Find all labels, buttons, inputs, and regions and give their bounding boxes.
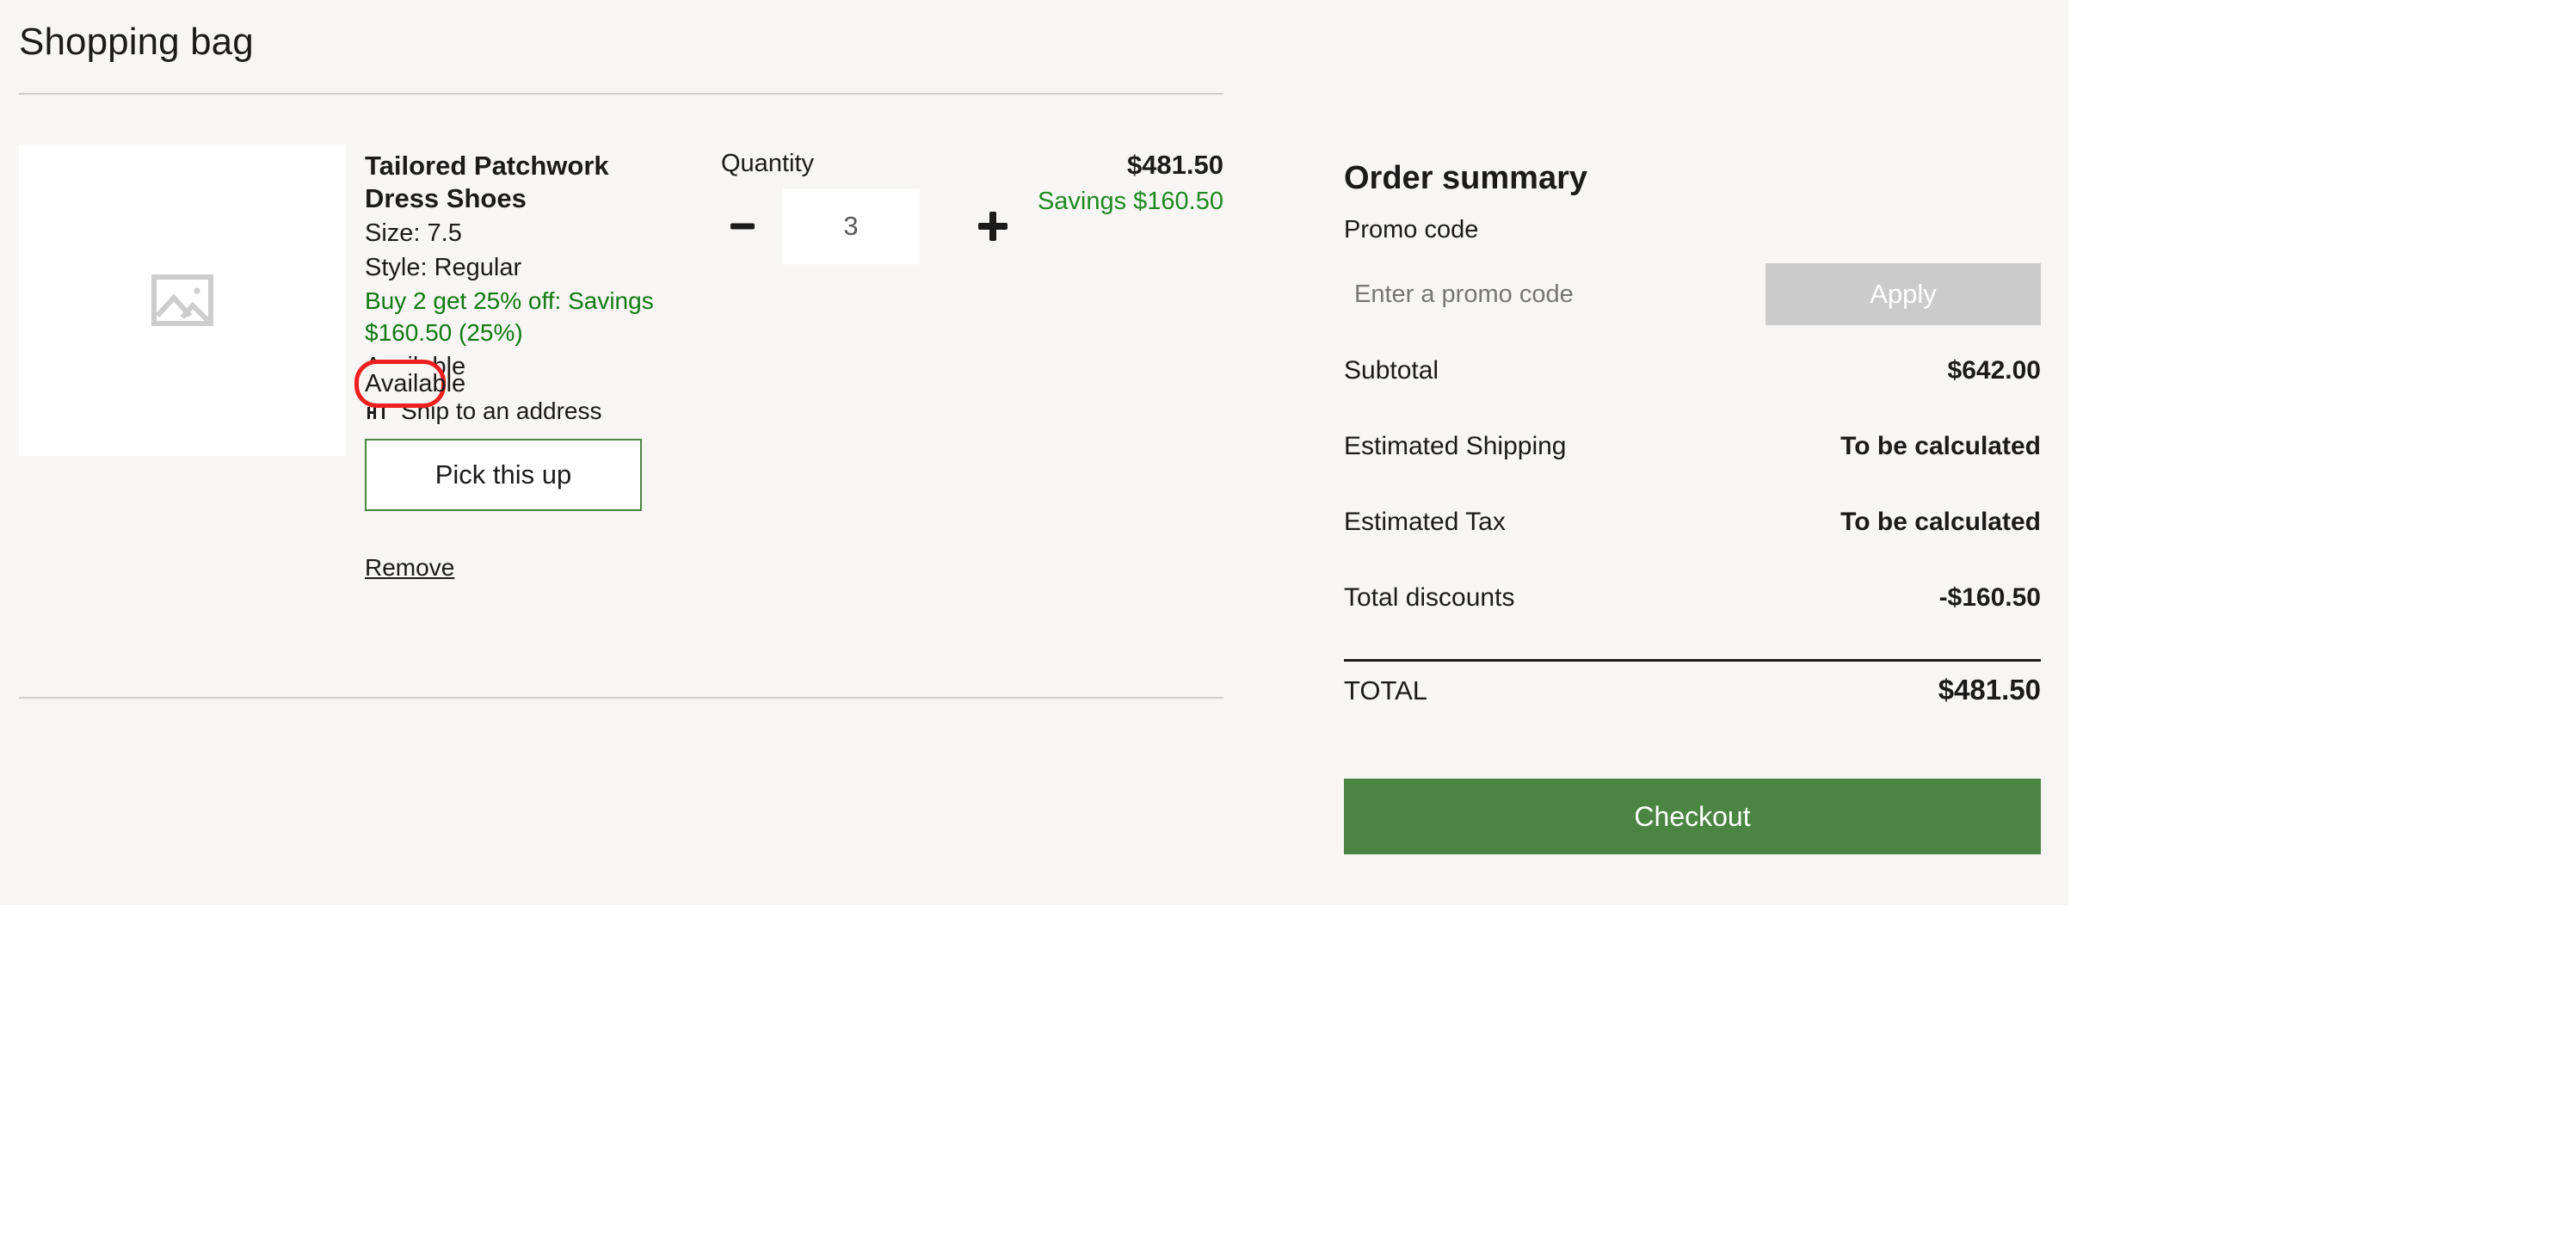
fulfillment-label: Ship to an address: [401, 397, 602, 425]
summary-row-shipping: Estimated Shipping To be calculated: [1344, 432, 2041, 508]
apply-promo-button[interactable]: Apply: [1766, 263, 2041, 325]
header-divider: [19, 93, 1223, 95]
product-promo-savings: Buy 2 get 25% off: Savings $160.50 (25%): [365, 287, 654, 347]
product-info: Tailored Patchwork Dress Shoes Size: 7.5…: [365, 150, 709, 582]
quantity-label: Quantity: [721, 150, 814, 177]
checkout-button[interactable]: Checkout: [1344, 779, 2041, 854]
fulfillment-method[interactable]: Ship to an address: [365, 397, 709, 425]
total-label: TOTAL: [1344, 675, 1428, 706]
decrease-quantity-button[interactable]: [721, 199, 763, 254]
summary-row-total: TOTAL $481.50: [1344, 662, 2041, 751]
summary-rows: Subtotal $642.00 Estimated Shipping To b…: [1344, 356, 2041, 751]
summary-row-discounts: Total discounts -$160.50: [1344, 583, 2041, 659]
product-thumbnail[interactable]: [19, 145, 346, 456]
promo-code-input[interactable]: [1344, 263, 1766, 325]
quantity-stepper: [721, 188, 1014, 264]
product-style: Style: Regular: [365, 253, 522, 281]
summary-label: Total discounts: [1344, 583, 1515, 612]
order-summary-title: Order summary: [1344, 160, 1588, 196]
minus-icon: [727, 211, 758, 242]
order-summary-panel: Order summary Promo code Apply Subtotal …: [1344, 160, 2041, 854]
product-size: Size: 7.5: [365, 219, 462, 247]
summary-value: $642.00: [1947, 356, 2041, 385]
summary-row-tax: Estimated Tax To be calculated: [1344, 508, 2041, 583]
annotation-available-label: Available: [365, 370, 466, 397]
line-item-savings: Savings $160.50: [1037, 188, 1223, 215]
cart-item-row: Tailored Patchwork Dress Shoes Size: 7.5…: [0, 138, 1230, 688]
promo-code-row: Apply: [1344, 263, 2041, 325]
quantity-input[interactable]: [782, 188, 920, 264]
shopping-bag-page: Shopping bag Tailored Patchwork Dress Sh…: [0, 0, 2068, 905]
summary-label: Estimated Tax: [1344, 508, 1506, 536]
summary-row-subtotal: Subtotal $642.00: [1344, 356, 2041, 432]
page-title: Shopping bag: [19, 21, 254, 63]
promo-code-label: Promo code: [1344, 216, 1479, 243]
summary-value: To be calculated: [1840, 508, 2041, 536]
product-name: Tailored Patchwork Dress Shoes: [365, 151, 609, 213]
line-item-price: $481.50: [1126, 150, 1223, 180]
summary-value: -$160.50: [1938, 583, 2041, 612]
summary-label: Estimated Shipping: [1344, 432, 1567, 460]
summary-label: Subtotal: [1344, 356, 1439, 385]
quantity-column: Quantity: [721, 150, 1014, 264]
total-value: $481.50: [1938, 674, 2041, 706]
pick-this-up-button[interactable]: Pick this up: [365, 439, 642, 512]
price-column: $481.50 Savings $160.50: [972, 150, 1223, 219]
storefront-icon: [365, 398, 389, 425]
remove-item-link[interactable]: Remove: [365, 554, 454, 582]
broken-image-icon: [151, 274, 213, 326]
cart-item-divider: [19, 697, 1223, 699]
summary-value: To be calculated: [1840, 432, 2041, 460]
